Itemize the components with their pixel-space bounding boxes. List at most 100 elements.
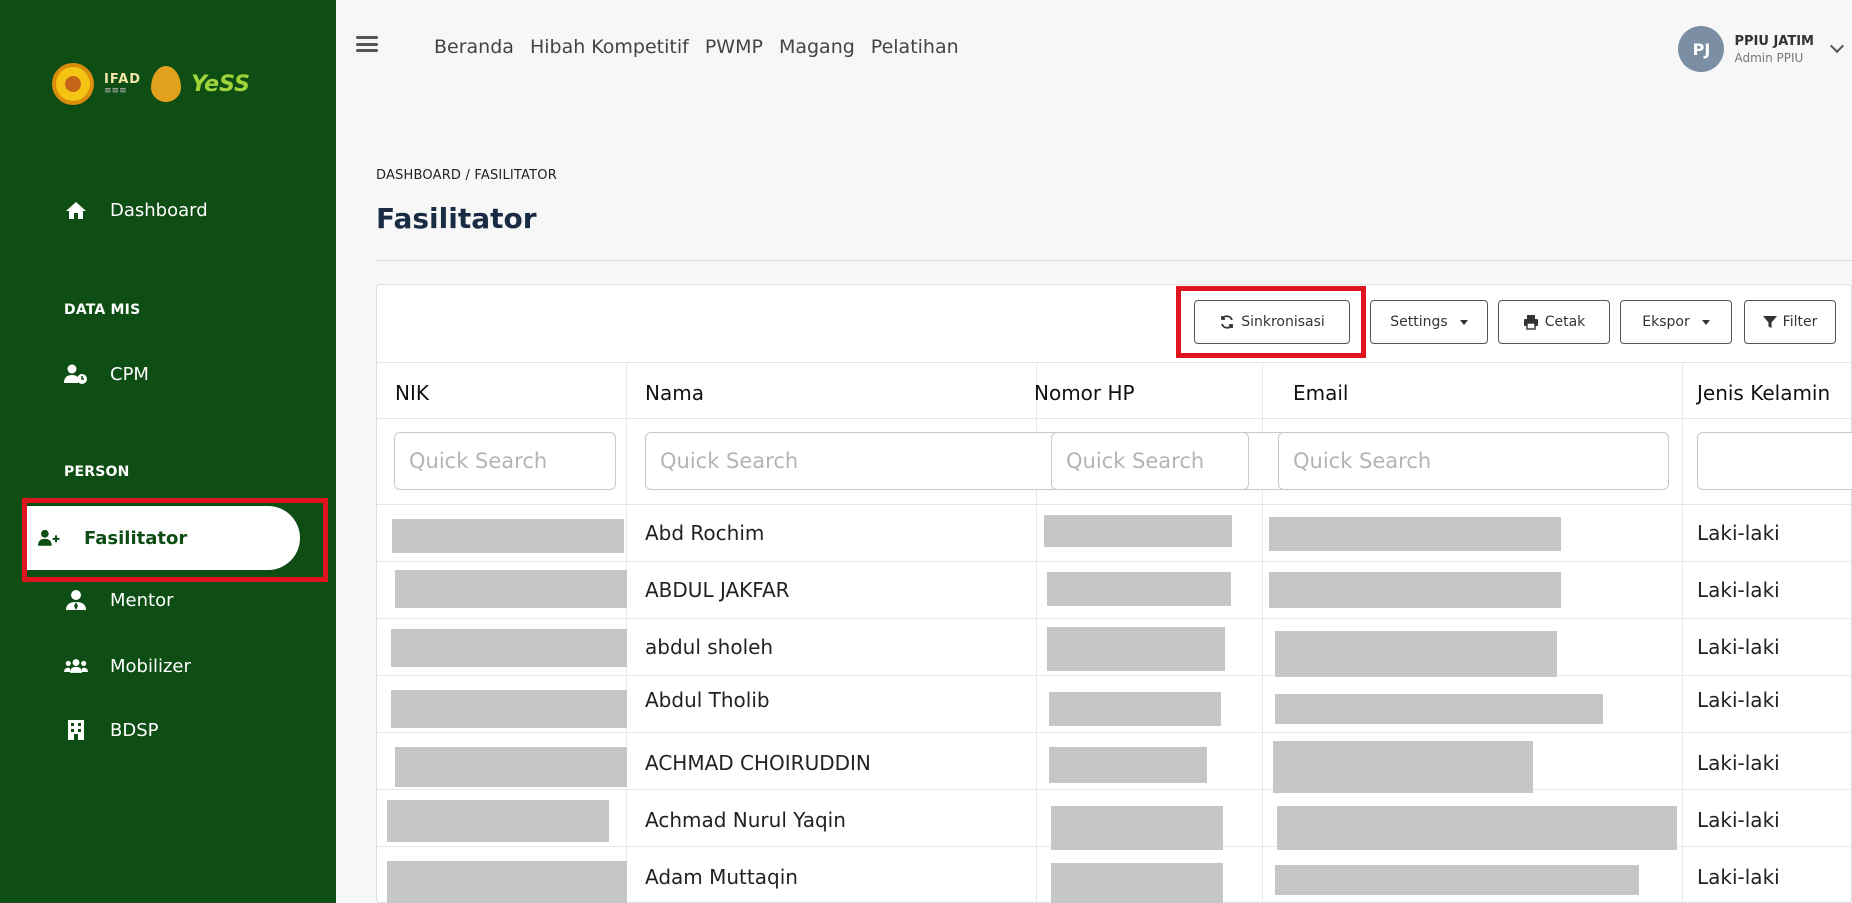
redacted-phone xyxy=(1051,806,1223,850)
cell-nama: ACHMAD CHOIRUDDIN xyxy=(645,751,871,775)
sidebar-item-cpm[interactable]: CPM xyxy=(0,354,336,394)
redacted-email xyxy=(1275,865,1639,895)
user-tie-icon xyxy=(64,588,88,612)
nav-link-pelatihan[interactable]: Pelatihan xyxy=(871,36,959,58)
quick-search-nik[interactable]: Quick Search xyxy=(394,432,616,490)
column-header-jenis-kelamin[interactable]: Jenis Kelamin xyxy=(1697,381,1830,405)
highlight-box-sync xyxy=(1176,286,1366,358)
ifad-logo-text: IFAD xyxy=(104,72,142,87)
user-menu[interactable]: PJ PPIU JATIM Admin PPIU xyxy=(1678,26,1845,72)
users-icon xyxy=(64,654,88,678)
cell-nama: abdul sholeh xyxy=(645,635,774,659)
redacted-email xyxy=(1269,572,1561,608)
cell-jenis-kelamin: Laki-laki xyxy=(1697,865,1780,889)
table-row[interactable]: Achmad Nurul Yaqin Laki-laki xyxy=(377,790,1852,850)
page-title: Fasilitator xyxy=(376,202,537,235)
print-button[interactable]: Cetak xyxy=(1498,300,1610,344)
table-row[interactable]: Abdul Tholib Laki-laki xyxy=(377,676,1852,733)
cell-nama: Abd Rochim xyxy=(645,521,765,545)
redacted-nik xyxy=(387,800,609,842)
quick-search-nomor-hp[interactable]: Quick Search xyxy=(1051,432,1249,490)
user-name: PPIU JATIM xyxy=(1734,33,1814,49)
quick-search-email[interactable]: Quick Search xyxy=(1278,432,1669,490)
user-role: Admin PPIU xyxy=(1734,50,1804,65)
column-header-email[interactable]: Email xyxy=(1293,381,1349,405)
cell-nama: ABDUL JAKFAR xyxy=(645,578,790,602)
sidebar-item-mentor[interactable]: Mentor xyxy=(0,580,336,620)
chevron-down-icon[interactable] xyxy=(1829,38,1845,54)
sidebar-item-bdsp[interactable]: BDSP xyxy=(0,710,336,750)
column-header-nomor-hp[interactable]: Nomor HP xyxy=(1034,381,1135,405)
redacted-phone xyxy=(1047,627,1225,671)
sidebar-item-label: Mentor xyxy=(110,589,174,611)
cell-nama: Abdul Tholib xyxy=(645,688,770,712)
redacted-nik xyxy=(395,570,627,608)
table-row[interactable]: Abd Rochim Laki-laki xyxy=(377,505,1852,562)
table-row[interactable]: Adam Muttaqin Laki-laki xyxy=(377,847,1852,903)
nav-link-magang[interactable]: Magang xyxy=(779,36,855,58)
redacted-phone xyxy=(1044,515,1232,547)
cell-nama: Achmad Nurul Yaqin xyxy=(645,808,846,832)
settings-dropdown-button[interactable]: Settings xyxy=(1370,300,1488,344)
avatar: PJ xyxy=(1678,26,1725,72)
sidebar-item-mobilizer[interactable]: Mobilizer xyxy=(0,646,336,686)
filter-button[interactable]: Filter xyxy=(1744,300,1836,344)
redacted-nik xyxy=(391,690,627,728)
ifad-logo-lines: ≡≡≡ xyxy=(104,86,127,96)
export-button-label: Ekspor xyxy=(1642,314,1690,330)
redacted-nik xyxy=(392,519,624,553)
user-clock-icon xyxy=(64,362,88,386)
cell-jenis-kelamin: Laki-laki xyxy=(1697,578,1780,602)
redacted-nik xyxy=(395,747,627,787)
redacted-email xyxy=(1275,631,1557,677)
redacted-nik xyxy=(391,629,627,667)
government-seal-logo xyxy=(52,63,94,105)
print-icon xyxy=(1523,315,1538,330)
settings-button-label: Settings xyxy=(1390,314,1448,330)
redacted-email xyxy=(1269,517,1561,551)
header-divider xyxy=(376,260,1852,261)
flame-logo xyxy=(151,66,182,102)
yess-logo: YeSS xyxy=(191,71,250,97)
table-row[interactable]: ABDUL JAKFAR Laki-laki xyxy=(377,562,1852,619)
sidebar-item-label: CPM xyxy=(110,363,149,385)
sidebar: IFAD ≡≡≡ YeSS Dashboard DATA MIS CPM PER… xyxy=(0,0,336,903)
cell-jenis-kelamin: Laki-laki xyxy=(1697,688,1780,712)
column-header-nik[interactable]: NIK xyxy=(395,381,429,405)
section-heading-person: PERSON xyxy=(64,464,130,480)
table-row[interactable]: ACHMAD CHOIRUDDIN Laki-laki xyxy=(377,733,1852,793)
highlight-box-fasilitator xyxy=(22,498,328,582)
redacted-email xyxy=(1273,741,1533,793)
hamburger-menu-icon[interactable] xyxy=(356,36,378,52)
filter-button-label: Filter xyxy=(1782,314,1818,330)
caret-down-icon xyxy=(1459,319,1468,325)
nav-link-pwmp[interactable]: PWMP xyxy=(705,36,763,58)
column-header-nama[interactable]: Nama xyxy=(645,381,704,405)
sidebar-item-label: Mobilizer xyxy=(110,655,191,677)
logo-group[interactable]: IFAD ≡≡≡ YeSS xyxy=(52,62,250,106)
print-button-label: Cetak xyxy=(1544,314,1586,330)
top-navigation: Beranda Hibah Kompetitif PWMP Magang Pel… xyxy=(434,36,959,58)
cell-jenis-kelamin: Laki-laki xyxy=(1697,521,1780,545)
export-dropdown-button[interactable]: Ekspor xyxy=(1620,300,1732,344)
redacted-phone xyxy=(1047,572,1231,606)
cell-jenis-kelamin: Laki-laki xyxy=(1697,808,1780,832)
redacted-email xyxy=(1277,806,1677,850)
building-icon xyxy=(64,718,88,742)
sidebar-item-label: BDSP xyxy=(110,719,159,741)
table-header-row: NIK Nama Nomor HP Email Jenis Kelamin xyxy=(377,362,1852,419)
quick-search-jenis-kelamin[interactable] xyxy=(1697,432,1852,490)
table-row[interactable]: abdul sholeh Laki-laki xyxy=(377,619,1852,677)
nav-link-hibah-kompetitif[interactable]: Hibah Kompetitif xyxy=(530,36,689,58)
topbar: Beranda Hibah Kompetitif PWMP Magang Pel… xyxy=(336,0,1852,100)
home-icon xyxy=(64,198,88,222)
section-heading-data-mis: DATA MIS xyxy=(64,302,141,318)
ifad-logo: IFAD ≡≡≡ xyxy=(104,72,141,96)
redacted-phone xyxy=(1051,863,1223,903)
redacted-phone xyxy=(1049,747,1207,783)
redacted-phone xyxy=(1049,692,1221,726)
redacted-email xyxy=(1275,694,1603,724)
nav-link-beranda[interactable]: Beranda xyxy=(434,36,514,58)
sidebar-item-dashboard[interactable]: Dashboard xyxy=(0,190,336,230)
caret-down-icon xyxy=(1701,319,1710,325)
